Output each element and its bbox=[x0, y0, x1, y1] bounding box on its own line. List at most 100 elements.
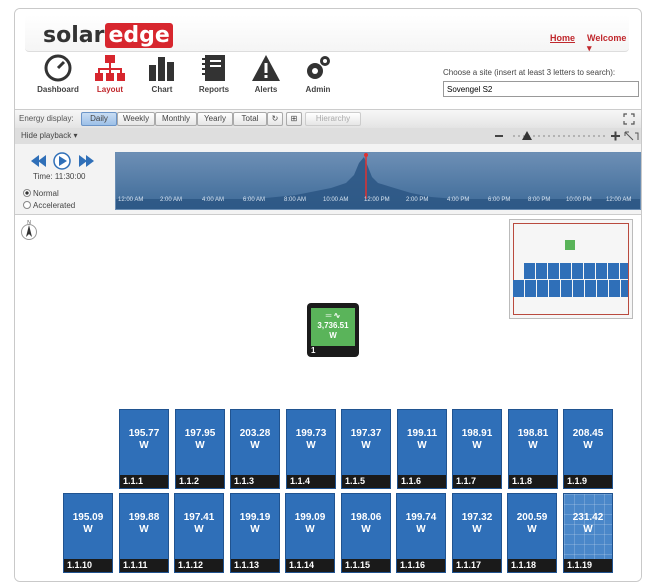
nav-layout[interactable]: Layout bbox=[85, 51, 135, 105]
panel-id: 1.1.2 bbox=[176, 475, 224, 488]
rewind-icon[interactable] bbox=[31, 155, 46, 167]
solar-panel[interactable]: 197.95 W 1.1.2 bbox=[175, 409, 225, 489]
time-label: 10:00 AM bbox=[323, 197, 349, 203]
panel-power: 195.09 W bbox=[64, 512, 112, 536]
inverter-id: 1 bbox=[311, 346, 316, 355]
panel-power: 208.45 W bbox=[564, 428, 612, 452]
compass-icon[interactable]: N bbox=[19, 219, 39, 241]
hierarchy-view-button[interactable]: ⊞ bbox=[286, 112, 302, 126]
daily-button[interactable]: Daily bbox=[81, 112, 117, 126]
time-label: 2:00 AM bbox=[160, 197, 183, 203]
gears-icon bbox=[307, 56, 330, 79]
solar-panel[interactable]: 195.09 W 1.1.10 bbox=[63, 493, 113, 573]
fullscreen-icon[interactable] bbox=[623, 113, 635, 125]
total-button[interactable]: Total bbox=[233, 112, 267, 126]
panel-power: 197.37 W bbox=[342, 428, 390, 452]
nav-alerts[interactable]: Alerts bbox=[241, 51, 291, 105]
hide-playback-toggle[interactable]: Hide playback ▾ bbox=[21, 131, 78, 140]
solar-panel[interactable]: 231.42 W 1.1.19 bbox=[563, 493, 613, 573]
panel-power: 198.91 W bbox=[453, 428, 501, 452]
time-label: 12:00 AM bbox=[606, 197, 632, 203]
solar-panel[interactable]: 197.41 W 1.1.12 bbox=[174, 493, 224, 573]
radio-dot bbox=[23, 201, 31, 209]
app-window: solar edge Home Welcome ▾ Dashboard Layo… bbox=[14, 8, 642, 582]
nav-dashboard[interactable]: Dashboard bbox=[33, 51, 83, 105]
panel-power: 199.88 W bbox=[120, 512, 168, 536]
solar-panel[interactable]: 198.06 W 1.1.15 bbox=[341, 493, 391, 573]
time-label: 12:00 PM bbox=[364, 197, 390, 203]
panel-power: 203.28 W bbox=[231, 428, 279, 452]
time-label: 2:00 PM bbox=[406, 197, 429, 203]
solar-panel[interactable]: 195.77 W 1.1.1 bbox=[119, 409, 169, 489]
panel-id: 1.1.4 bbox=[287, 475, 335, 488]
panel-power: 199.74 W bbox=[397, 512, 445, 536]
solar-panel[interactable]: 199.73 W 1.1.4 bbox=[286, 409, 336, 489]
normal-mode-radio[interactable]: Normal bbox=[23, 189, 59, 198]
home-link[interactable]: Home bbox=[550, 33, 575, 43]
panel-power: 199.73 W bbox=[287, 428, 335, 452]
panel-power: 198.81 W bbox=[509, 428, 557, 452]
panel-id: 1.1.3 bbox=[231, 475, 279, 488]
panel-power-value: 199.11 bbox=[406, 428, 438, 439]
solar-panel[interactable]: 199.09 W 1.1.14 bbox=[285, 493, 335, 573]
radio-dot bbox=[23, 189, 31, 197]
accelerated-mode-radio[interactable]: Accelerated bbox=[23, 201, 75, 210]
solaredge-logo[interactable]: solar edge bbox=[43, 23, 173, 48]
panel-id: 1.1.15 bbox=[342, 559, 390, 572]
play-icon[interactable] bbox=[53, 152, 71, 170]
hierarchy-icon bbox=[95, 55, 125, 81]
panel-id: 1.1.14 bbox=[286, 559, 334, 572]
solar-panel[interactable]: 199.74 W 1.1.16 bbox=[396, 493, 446, 573]
panel-power-unit: W bbox=[250, 524, 260, 535]
panel-power-value: 197.95 bbox=[184, 428, 216, 439]
panel-power-unit: W bbox=[306, 440, 316, 451]
panel-power-value: 198.06 bbox=[350, 512, 382, 523]
solar-panel[interactable]: 199.88 W 1.1.11 bbox=[119, 493, 169, 573]
panel-id: 1.1.12 bbox=[175, 559, 223, 572]
panel-power-unit: W bbox=[416, 524, 426, 535]
logo-text-solar: solar bbox=[43, 23, 105, 48]
fast-forward-icon[interactable] bbox=[79, 155, 94, 167]
yearly-button[interactable]: Yearly bbox=[197, 112, 233, 126]
nav-chart[interactable]: Chart bbox=[137, 51, 187, 105]
panel-id: 1.1.8 bbox=[509, 475, 557, 488]
hierarchy-button[interactable]: Hierarchy bbox=[305, 112, 361, 126]
nav-reports[interactable]: Reports bbox=[189, 51, 239, 105]
panel-power-value: 197.32 bbox=[461, 512, 493, 523]
solar-panel[interactable]: 198.81 W 1.1.8 bbox=[508, 409, 558, 489]
panel-id: 1.1.6 bbox=[398, 475, 446, 488]
solar-panel[interactable]: 208.45 W 1.1.9 bbox=[563, 409, 613, 489]
nav-label: Layout bbox=[96, 85, 124, 94]
panel-power-value: 231.42 bbox=[572, 512, 604, 523]
time-label: 4:00 AM bbox=[202, 197, 225, 203]
panel-id: 1.1.18 bbox=[508, 559, 556, 572]
inverter[interactable]: ═ ∿ 3,736.51 W 1 bbox=[307, 303, 359, 357]
weekly-button[interactable]: Weekly bbox=[117, 112, 155, 126]
layout-canvas[interactable]: N ═ ∿ 3,736.51 W 1 195.77 W 1.1.1 197.95… bbox=[15, 215, 641, 581]
energy-timeline[interactable]: 12:00 AM 2:00 AM 4:00 AM 6:00 AM 8:00 AM… bbox=[115, 152, 641, 210]
panel-id: 1.1.5 bbox=[342, 475, 390, 488]
inverter-face: ═ ∿ 3,736.51 W bbox=[311, 308, 355, 346]
zoom-slider[interactable] bbox=[489, 129, 639, 143]
solar-panel[interactable]: 197.37 W 1.1.5 bbox=[341, 409, 391, 489]
time-label: 4:00 PM bbox=[447, 197, 470, 203]
panel-power-unit: W bbox=[305, 524, 315, 535]
time-label: 12:00 AM bbox=[118, 197, 144, 203]
solar-panel[interactable]: 199.19 W 1.1.13 bbox=[230, 493, 280, 573]
solar-panel[interactable]: 203.28 W 1.1.3 bbox=[230, 409, 280, 489]
solar-panel[interactable]: 197.32 W 1.1.17 bbox=[452, 493, 502, 573]
solar-panel[interactable]: 198.91 W 1.1.7 bbox=[452, 409, 502, 489]
refresh-icon: ↻ bbox=[271, 114, 279, 123]
refresh-button[interactable]: ↻ bbox=[267, 112, 283, 126]
site-search-input[interactable] bbox=[443, 81, 639, 97]
bar-chart-icon bbox=[149, 57, 174, 81]
solar-panel[interactable]: 199.11 W 1.1.6 bbox=[397, 409, 447, 489]
panel-power-value: 199.88 bbox=[128, 512, 160, 523]
panel-power-unit: W bbox=[361, 524, 371, 535]
nav-admin[interactable]: Admin bbox=[293, 51, 343, 105]
monthly-button[interactable]: Monthly bbox=[155, 112, 197, 126]
welcome-menu[interactable]: Welcome ▾ bbox=[587, 33, 629, 54]
solar-panel[interactable]: 200.59 W 1.1.18 bbox=[507, 493, 557, 573]
layout-minimap[interactable] bbox=[509, 219, 633, 319]
playback-time: Time: 11:30:00 bbox=[33, 172, 86, 181]
